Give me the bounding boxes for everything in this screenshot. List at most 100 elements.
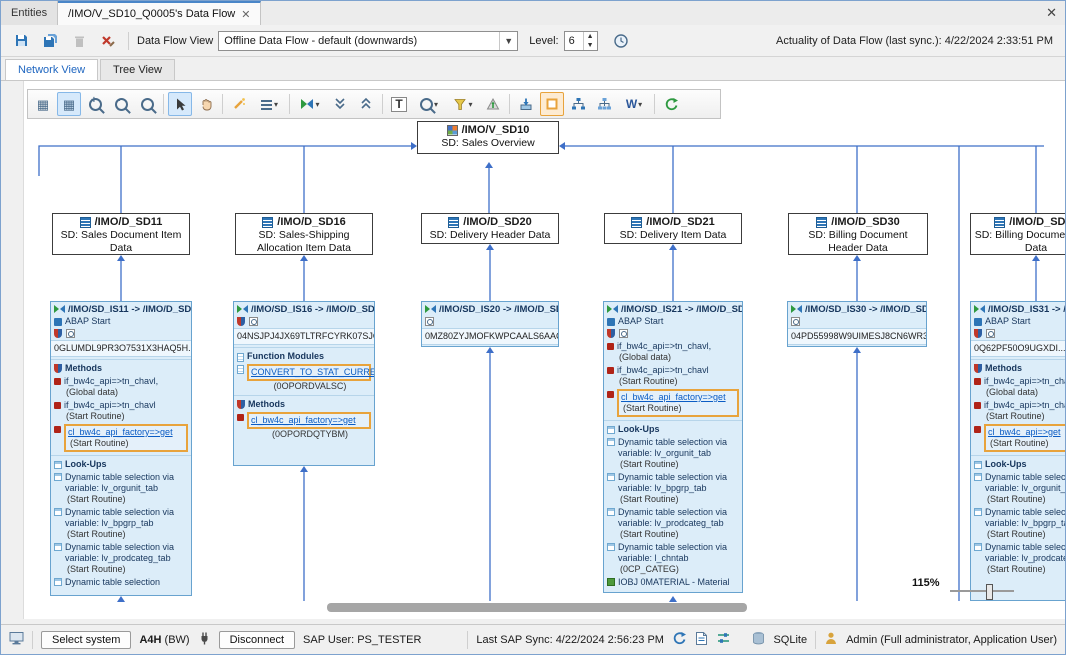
spinner-up-icon[interactable]: ▲ — [584, 32, 597, 41]
node-d-sd16[interactable]: /IMO/D_SD16 SD: Sales-Shipping Allocatio… — [235, 213, 373, 255]
spinner-down-icon[interactable]: ▼ — [584, 41, 597, 50]
node-d-sd11[interactable]: /IMO/D_SD11 SD: Sales Document Item Data — [52, 213, 190, 255]
horizontal-scrollbar[interactable] — [327, 603, 747, 612]
save-button[interactable] — [9, 29, 33, 53]
transformation-header[interactable]: /IMO/SD_IS21 -> /IMO/D_SD21 — [604, 302, 742, 316]
function-module-item[interactable]: CONVERT_TO_STAT_CURRENCY(0OPORDVALSC) — [234, 363, 374, 393]
lookup-item[interactable]: Dynamic table selection via variable: lv… — [51, 541, 191, 576]
system-monitor-icon[interactable] — [9, 631, 24, 648]
lookup-item[interactable]: Dynamic table selection — [51, 576, 191, 589]
transformation-header[interactable]: /IMO/SD_IS30 -> /IMO/D_SD30 — [788, 302, 926, 316]
method-item-highlighted[interactable]: cl_bw4c_api=>get(Start Routine) — [971, 423, 1066, 453]
text-tool-icon[interactable]: T — [387, 92, 411, 116]
item-link[interactable]: cl_bw4c_api=>get — [988, 427, 1066, 438]
tab-tree-view[interactable]: Tree View — [100, 59, 175, 80]
node-d-sd20[interactable]: /IMO/D_SD20 SD: Delivery Header Data — [421, 213, 559, 244]
transformation-header[interactable]: /IMO/SD_IS20 -> /IMO/D_SD20 — [422, 302, 558, 316]
transformation-header[interactable]: /IMO/SD_IS31 -> /IMO/D_SD31 — [971, 302, 1066, 316]
transformation-sd-is30[interactable]: /IMO/SD_IS30 -> /IMO/D_SD30 04PD55998W9U… — [787, 301, 927, 347]
preview-icon[interactable] — [986, 329, 995, 338]
filter-edit-icon[interactable]: ▾ — [447, 92, 479, 116]
zoom-slider-track[interactable] — [950, 590, 1014, 592]
lookup-item[interactable]: Dynamic table selection via variable: lv… — [51, 506, 191, 541]
method-item[interactable]: if_bw4c_api=>tn_chavl(Start Routine) — [971, 399, 1066, 423]
transformation-sd-is20[interactable]: /IMO/SD_IS20 -> /IMO/D_SD20 0MZ80ZYJMOFK… — [421, 301, 559, 347]
method-item[interactable]: if_bw4c_api=>tn_chavl,(Global data) — [604, 340, 742, 364]
method-item[interactable]: if_bw4c_api=>tn_chavl,(Global data) — [51, 375, 191, 399]
method-item-highlighted[interactable]: cl_bw4c_api_factory=>get(Start Routine) — [51, 423, 191, 453]
iobj-item[interactable]: IOBJ 0MATERIAL - Material — [604, 576, 742, 589]
sync-log-icon[interactable] — [695, 631, 708, 649]
transformation-sd-is16[interactable]: /IMO/SD_IS16 -> /IMO/D_SD16 04NSJPJ4JX69… — [233, 301, 375, 466]
delete-button[interactable] — [67, 29, 91, 53]
method-item[interactable]: if_bw4c_api=>tn_chavl(Start Routine) — [51, 399, 191, 423]
save-all-button[interactable] — [38, 29, 62, 53]
zoom-reset-icon[interactable] — [135, 92, 159, 116]
level-spinner[interactable]: 6 ▲▼ — [564, 31, 598, 51]
transformation-display-icon[interactable]: ▾ — [294, 92, 326, 116]
lookup-item[interactable]: Dynamic table selection via variable: lv… — [604, 436, 742, 471]
preview-icon[interactable] — [619, 329, 628, 338]
data-flow-view-dropdown[interactable]: Offline Data Flow - default (downwards) … — [218, 31, 518, 51]
transformation-sd-is11[interactable]: /IMO/SD_IS11 -> /IMO/D_SD11 ABAP Start 0… — [50, 301, 192, 596]
item-link[interactable]: CONVERT_TO_STAT_CURRENCY — [251, 367, 375, 377]
grid-snap-icon[interactable]: ▦ — [57, 92, 81, 116]
node-root-v-sd10[interactable]: /IMO/V_SD10 SD: Sales Overview — [417, 121, 559, 154]
tab-close-icon[interactable]: ✕ — [241, 8, 250, 21]
transformation-header[interactable]: /IMO/SD_IS16 -> /IMO/D_SD16 — [234, 302, 374, 316]
refresh-layout-icon[interactable] — [659, 92, 683, 116]
item-link[interactable]: cl_bw4c_api_factory=>get — [251, 415, 356, 425]
item-link[interactable]: cl_bw4c_api_factory=>get — [621, 392, 735, 403]
network-compact-icon[interactable] — [566, 92, 590, 116]
dropdown-arrow-icon[interactable]: ▼ — [499, 32, 517, 50]
method-item[interactable]: if_bw4c_api=>tn_chavl(Start Routine) — [604, 364, 742, 388]
level-value[interactable]: 6 — [565, 32, 583, 50]
sync-clock-icon[interactable] — [609, 29, 633, 53]
sync-refresh-icon[interactable] — [672, 631, 687, 649]
select-system-button[interactable]: Select system — [41, 631, 131, 649]
node-d-sd21[interactable]: /IMO/D_SD21 SD: Delivery Item Data — [604, 213, 742, 244]
disconnect-button[interactable]: Disconnect — [219, 631, 295, 649]
magic-layout-icon[interactable] — [227, 92, 251, 116]
preview-icon[interactable] — [425, 317, 434, 326]
zoom-select-icon[interactable]: ▾ — [413, 92, 445, 116]
pan-hand-icon[interactable] — [194, 92, 218, 116]
preview-icon[interactable] — [66, 329, 75, 338]
transformation-sd-is31[interactable]: /IMO/SD_IS31 -> /IMO/D_SD31 ABAP Start 0… — [970, 301, 1066, 601]
discard-changes-button[interactable] — [96, 29, 120, 53]
lookup-item[interactable]: Dynamic table selection via variable: l_… — [604, 541, 742, 576]
auto-arrange-icon[interactable] — [481, 92, 505, 116]
transformation-header[interactable]: /IMO/SD_IS11 -> /IMO/D_SD11 — [51, 302, 191, 316]
window-close-icon[interactable]: ✕ — [1046, 5, 1057, 21]
item-link[interactable]: cl_bw4c_api_factory=>get — [68, 427, 184, 438]
method-item[interactable]: cl_bw4c_api_factory=>get(0OPORDQTYBM) — [234, 411, 374, 441]
layout-options-icon[interactable]: ▾ — [253, 92, 285, 116]
sync-settings-icon[interactable] — [716, 631, 731, 648]
tab-entities[interactable]: Entities — [1, 1, 58, 25]
method-item-highlighted[interactable]: cl_bw4c_api_factory=>get(Start Routine) — [604, 388, 742, 418]
network-full-icon[interactable] — [592, 92, 616, 116]
level-spinner-buttons[interactable]: ▲▼ — [583, 32, 597, 50]
lookup-item[interactable]: Dynamic table selection via variable: lv… — [604, 506, 742, 541]
node-d-sd31[interactable]: /IMO/D_SD31 SD: Billing Document Item Da… — [970, 213, 1066, 255]
zoom-out-icon[interactable]: - — [109, 92, 133, 116]
transformation-sd-is21[interactable]: /IMO/SD_IS21 -> /IMO/D_SD21 ABAP Start i… — [603, 301, 743, 593]
lookup-item[interactable]: Dynamic table selection via variable: lv… — [971, 471, 1066, 506]
lookup-item[interactable]: Dynamic table selection via variable: lv… — [51, 471, 191, 506]
method-item[interactable]: if_bw4c_api=>tn_chavl,(Global data) — [971, 375, 1066, 399]
tab-dataflow[interactable]: /IMO/V_SD10_Q0005's Data Flow ✕ — [58, 1, 261, 25]
preview-icon[interactable] — [249, 317, 258, 326]
lookup-item[interactable]: Dynamic table selection via variable: lv… — [971, 506, 1066, 541]
lookup-item[interactable]: Dynamic table selection via variable: lv… — [604, 471, 742, 506]
expand-all-icon[interactable] — [354, 92, 378, 116]
word-export-icon[interactable]: W▾ — [618, 92, 650, 116]
lookup-item[interactable]: Dynamic table selection via variable: lv… — [971, 541, 1066, 576]
node-d-sd30[interactable]: /IMO/D_SD30 SD: Billing Document Header … — [788, 213, 928, 255]
highlight-toggle-icon[interactable] — [540, 92, 564, 116]
preview-icon[interactable] — [791, 317, 800, 326]
zoom-slider-thumb[interactable] — [986, 584, 993, 600]
grid-align-icon[interactable]: ▦ — [31, 92, 55, 116]
network-diagram-canvas[interactable]: ▦ ▦ + - ▾ ▾ T ▾ ▾ W▾ — [23, 81, 1066, 619]
zoom-in-icon[interactable]: + — [83, 92, 107, 116]
collapse-all-icon[interactable] — [328, 92, 352, 116]
